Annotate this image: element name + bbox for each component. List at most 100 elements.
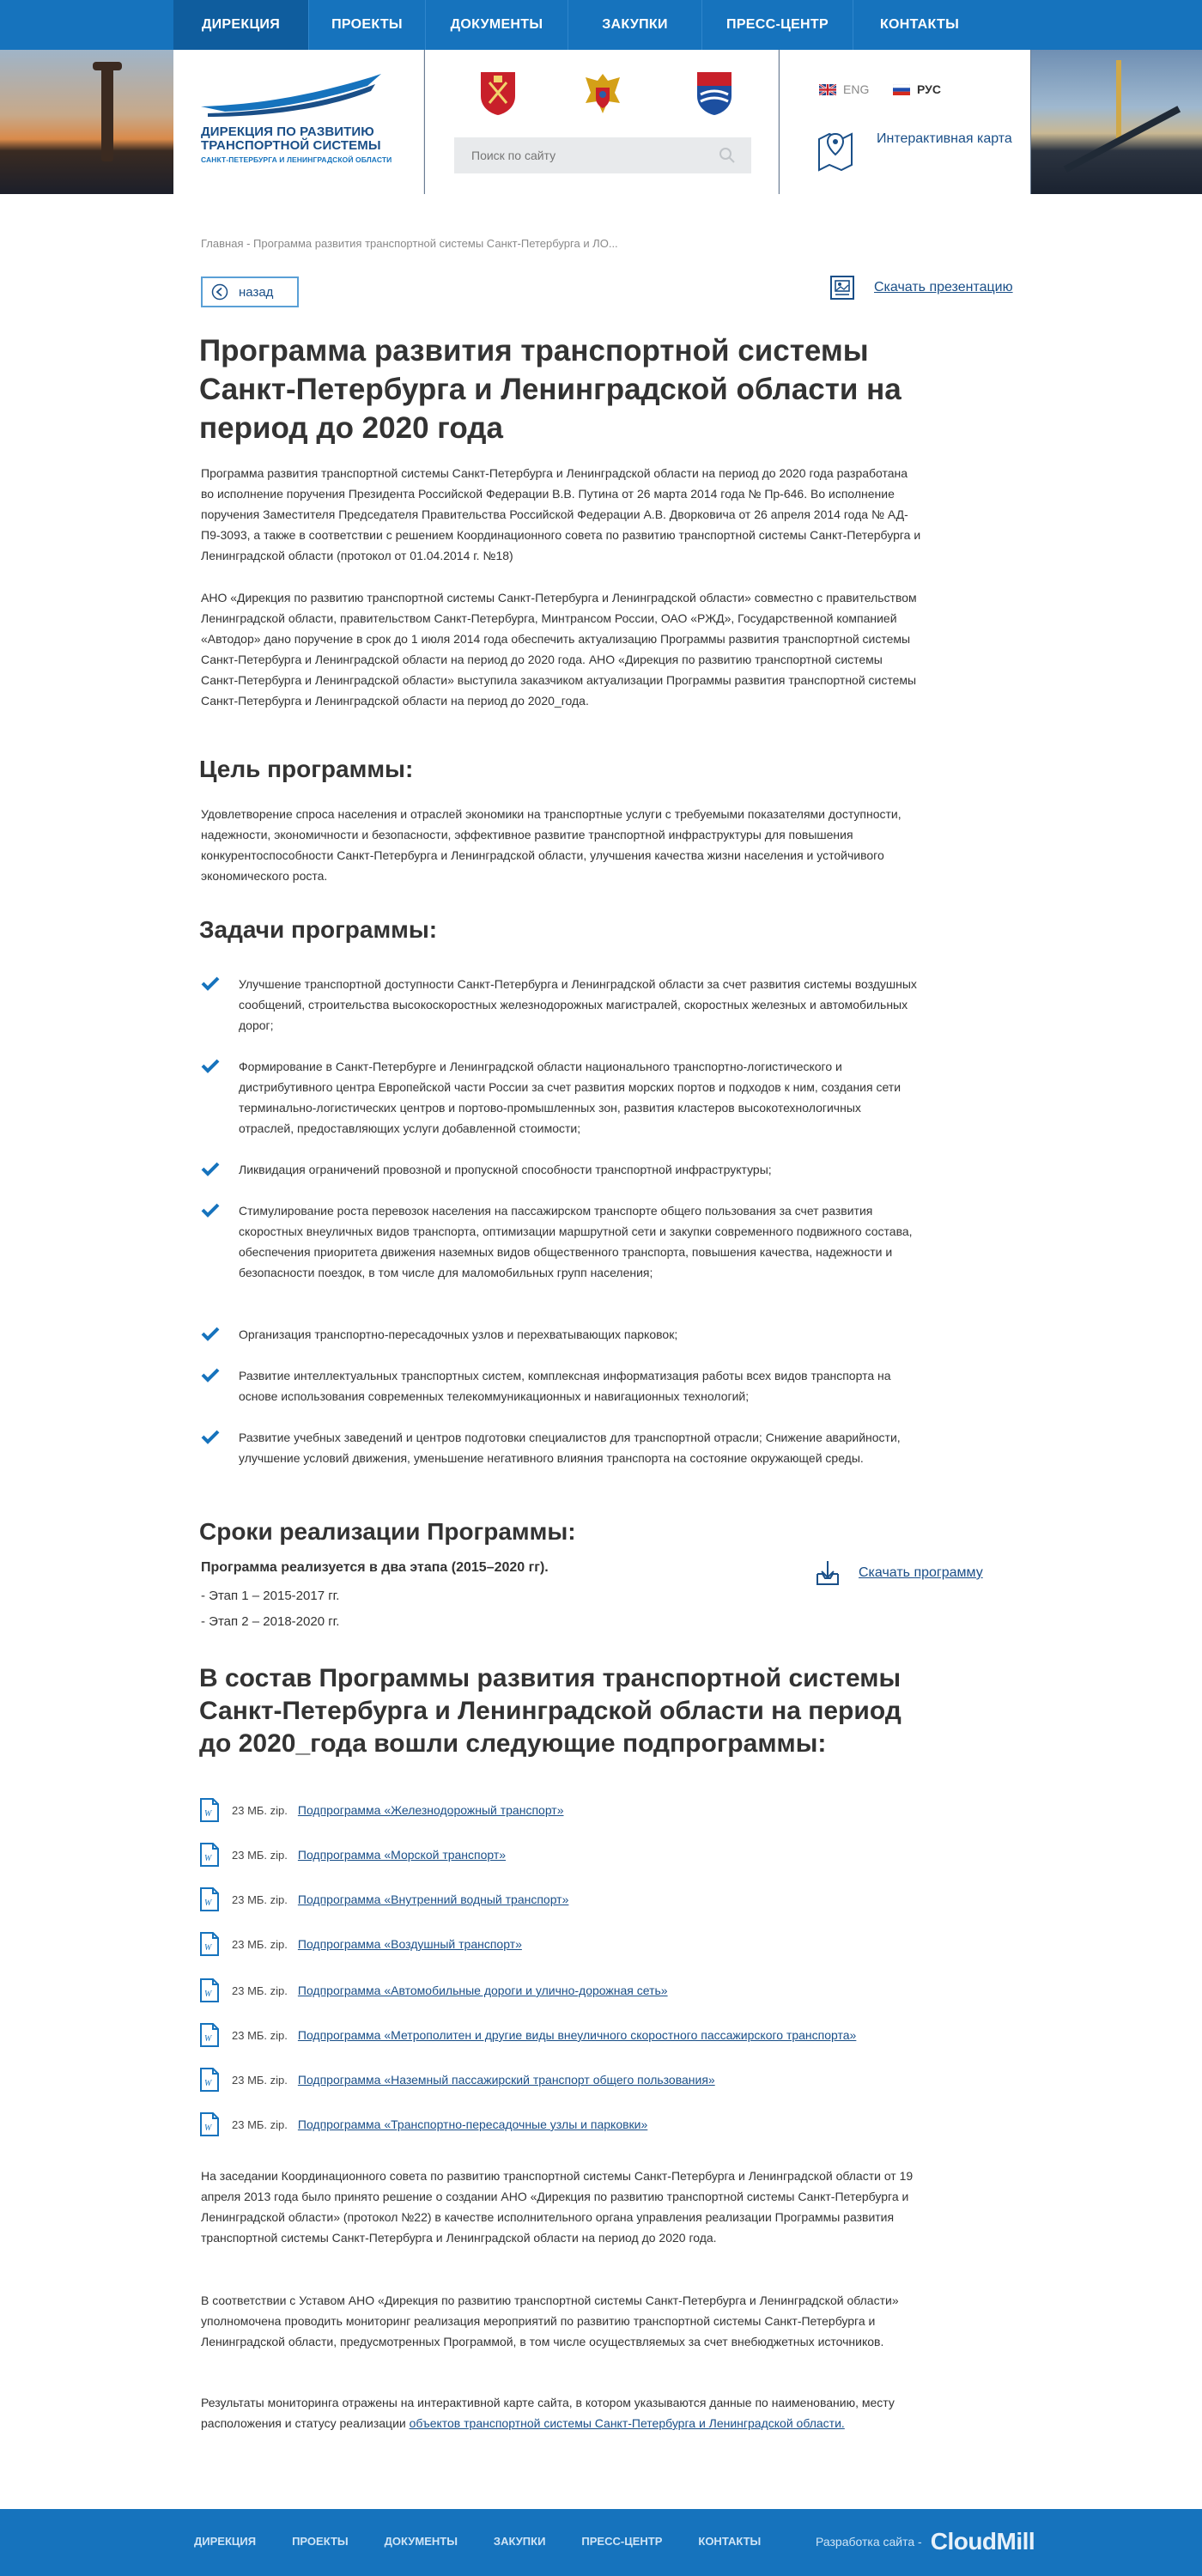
word-document-icon: W <box>200 2023 219 2047</box>
closing-paragraph-1: На заседании Координационного совета по … <box>201 2169 914 2245</box>
uk-flag-icon <box>819 83 836 95</box>
subprograms-heading: В состав Программы развития транспортной… <box>199 1664 902 1758</box>
subprogram-file-row[interactable]: W 23 МБ. zip. Подпрограмма «Внутренний в… <box>199 1886 568 1913</box>
download-program-label: Скачать программу <box>859 1565 983 1580</box>
footer: ДИРЕКЦИЯ ПРОЕКТЫ ДОКУМЕНТЫ ЗАКУПКИ ПРЕСС… <box>0 2509 1202 2576</box>
closing-paragraph-2: В соответствии с Уставом АНО «Дирекция п… <box>201 2293 899 2348</box>
back-button-label: назад <box>239 284 274 300</box>
search-input[interactable] <box>454 137 712 173</box>
footer-nav-direction[interactable]: ДИРЕКЦИЯ <box>194 2535 256 2548</box>
word-document-icon: W <box>200 1932 219 1956</box>
lang-eng[interactable]: ENG <box>819 82 869 96</box>
subprogram-file-row[interactable]: W 23 МБ. zip. Подпрограмма «Транспортно-… <box>199 2111 647 2138</box>
subprogram-link[interactable]: Подпрограмма «Наземный пассажирский тран… <box>298 2073 715 2087</box>
task-text: Организация транспортно-пересадочных узл… <box>239 1327 678 1341</box>
task-text: Формирование в Санкт-Петербурге и Ленинг… <box>239 1060 902 1135</box>
lenobl-coat-of-arms-icon <box>697 72 732 115</box>
subprogram-file-row[interactable]: W 23 МБ. zip. Подпрограмма «Автомобильны… <box>199 1977 668 2004</box>
developer-credit[interactable]: Разработка сайта - CloudMill <box>816 2528 1035 2555</box>
file-size: 23 МБ. zip. <box>232 1848 288 1862</box>
download-presentation-label: Скачать презентацию <box>874 280 1013 295</box>
download-program-link[interactable]: Скачать программу <box>814 1558 983 1588</box>
subprogram-link[interactable]: Подпрограмма «Автомобильные дороги и ули… <box>298 1984 668 1997</box>
lang-rus[interactable]: РУС <box>893 82 941 96</box>
logo-line-2: ТРАНСПОРТНОЙ СИСТЕМЫ <box>201 138 381 153</box>
developer-label: Разработка сайта - <box>816 2535 922 2549</box>
subprogram-link[interactable]: Подпрограмма «Транспортно-пересадочные у… <box>298 2117 647 2131</box>
interactive-map-link[interactable]: Интерактивная карта <box>877 131 1014 148</box>
logo-line-1: ДИРЕКЦИЯ ПО РАЗВИТИЮ <box>201 125 374 139</box>
task-text: Развитие учебных заведений и центров под… <box>239 1431 901 1465</box>
subprogram-file-row[interactable]: W 23 МБ. zip. Подпрограмма «Железнодорож… <box>199 1796 564 1824</box>
subprogram-link[interactable]: Подпрограмма «Железнодорожный транспорт» <box>298 1803 564 1817</box>
search-icon[interactable] <box>718 146 737 165</box>
file-size: 23 МБ. zip. <box>232 1937 288 1951</box>
footer-nav-contacts[interactable]: КОНТАКТЫ <box>698 2535 761 2548</box>
word-document-icon: W <box>200 1843 219 1867</box>
nav-item-press-center[interactable]: ПРЕСС-ЦЕНТР <box>702 0 853 50</box>
terms-heading: Сроки реализации Программы: <box>199 1518 576 1545</box>
file-size: 23 МБ. zip. <box>232 1803 288 1817</box>
rostral-column <box>101 67 113 161</box>
word-document-icon: W <box>200 1887 219 1911</box>
footer-nav-procurement[interactable]: ЗАКУПКИ <box>494 2535 546 2548</box>
fortress-spire <box>1116 60 1121 142</box>
presentation-icon <box>830 276 854 300</box>
subprogram-link[interactable]: Подпрограмма «Метрополитен и другие виды… <box>298 2028 856 2042</box>
language-panel <box>780 50 1030 194</box>
nav-item-procurement[interactable]: ЗАКУПКИ <box>568 0 702 50</box>
task-text: Улучшение транспортной доступности Санкт… <box>239 977 917 1032</box>
checkmark-icon <box>201 1203 220 1218</box>
nav-item-contacts[interactable]: КОНТАКТЫ <box>853 0 986 50</box>
checkmark-icon <box>201 1059 220 1073</box>
task-text: Стимулирование роста перевозок населения… <box>239 1204 913 1279</box>
lang-eng-label: ENG <box>843 82 870 96</box>
russia-flag-icon <box>893 83 910 95</box>
logo-icon[interactable] <box>199 72 390 117</box>
page-title: Программа развития транспортной системы … <box>199 334 902 445</box>
spb-coat-of-arms-icon <box>481 72 515 115</box>
subprogram-link[interactable]: Подпрограмма «Воздушный транспорт» <box>298 1937 522 1951</box>
top-navigation: ДИРЕКЦИЯ ПРОЕКТЫ ДОКУМЕНТЫ ЗАКУПКИ ПРЕСС… <box>0 0 1202 50</box>
stage-2: - Этап 2 – 2018-2020 гг. <box>201 1614 340 1629</box>
nav-item-documents[interactable]: ДОКУМЕНТЫ <box>426 0 568 50</box>
word-document-icon: W <box>200 1978 219 2002</box>
search-box <box>454 137 751 173</box>
russia-coat-of-arms-icon <box>586 74 620 113</box>
word-document-icon: W <box>200 2112 219 2136</box>
subprogram-file-row[interactable]: W 23 МБ. zip. Подпрограмма «Метрополитен… <box>199 2021 856 2049</box>
file-size: 23 МБ. zip. <box>232 1984 288 1997</box>
file-size: 23 МБ. zip. <box>232 2028 288 2042</box>
transport-objects-link[interactable]: объектов транспортной системы Санкт-Пете… <box>410 2416 845 2430</box>
intro-paragraph-2: АНО «Дирекция по развитию транспортной с… <box>201 591 917 708</box>
footer-nav-documents[interactable]: ДОКУМЕНТЫ <box>385 2535 458 2548</box>
subprogram-link[interactable]: Подпрограмма «Внутренний водный транспор… <box>298 1893 569 1906</box>
subprogram-file-row[interactable]: W 23 МБ. zip. Подпрограмма «Воздушный тр… <box>199 1930 522 1958</box>
checkmark-icon <box>201 1368 220 1382</box>
download-presentation-link[interactable]: Скачать презентацию <box>829 275 1013 301</box>
subprogram-file-row[interactable]: W 23 МБ. zip. Подпрограмма «Морской тран… <box>199 1841 506 1868</box>
goal-heading: Цель программы: <box>199 756 414 782</box>
closing-paragraph-3: Результаты мониторинга отражены на интер… <box>201 2392 922 2433</box>
word-document-icon: W <box>200 2068 219 2092</box>
stage-1: - Этап 1 – 2015-2017 гг. <box>201 1589 340 1603</box>
footer-nav-press-center[interactable]: ПРЕСС-ЦЕНТР <box>581 2535 662 2548</box>
nav-item-projects[interactable]: ПРОЕКТЫ <box>309 0 426 50</box>
subprogram-file-row[interactable]: W 23 МБ. zip. Подпрограмма «Наземный пас… <box>199 2066 715 2093</box>
back-button[interactable]: назад <box>201 276 299 307</box>
map-pin-icon[interactable] <box>816 127 855 172</box>
checkmark-icon <box>201 1162 220 1176</box>
breadcrumb[interactable]: Главная - Программа развития транспортно… <box>201 237 618 250</box>
file-size: 23 МБ. zip. <box>232 1893 288 1906</box>
checkmark-icon <box>201 976 220 991</box>
word-document-icon: W <box>200 1798 219 1822</box>
footer-nav-projects[interactable]: ПРОЕКТЫ <box>292 2535 349 2548</box>
subprogram-link[interactable]: Подпрограмма «Морской транспорт» <box>298 1848 506 1862</box>
stages-title: Программа реализуется в два этапа (2015–… <box>201 1560 549 1575</box>
file-size: 23 МБ. zip. <box>232 2073 288 2087</box>
nav-item-direction[interactable]: ДИРЕКЦИЯ <box>173 0 309 50</box>
tasks-heading: Задачи программы: <box>199 916 438 943</box>
goal-text: Удовлетворение спроса населения и отрасл… <box>201 807 902 883</box>
logo-text[interactable]: ДИРЕКЦИЯ ПО РАЗВИТИЮ ТРАНСПОРТНОЙ СИСТЕМ… <box>201 125 398 165</box>
header-photo-left <box>0 50 173 194</box>
